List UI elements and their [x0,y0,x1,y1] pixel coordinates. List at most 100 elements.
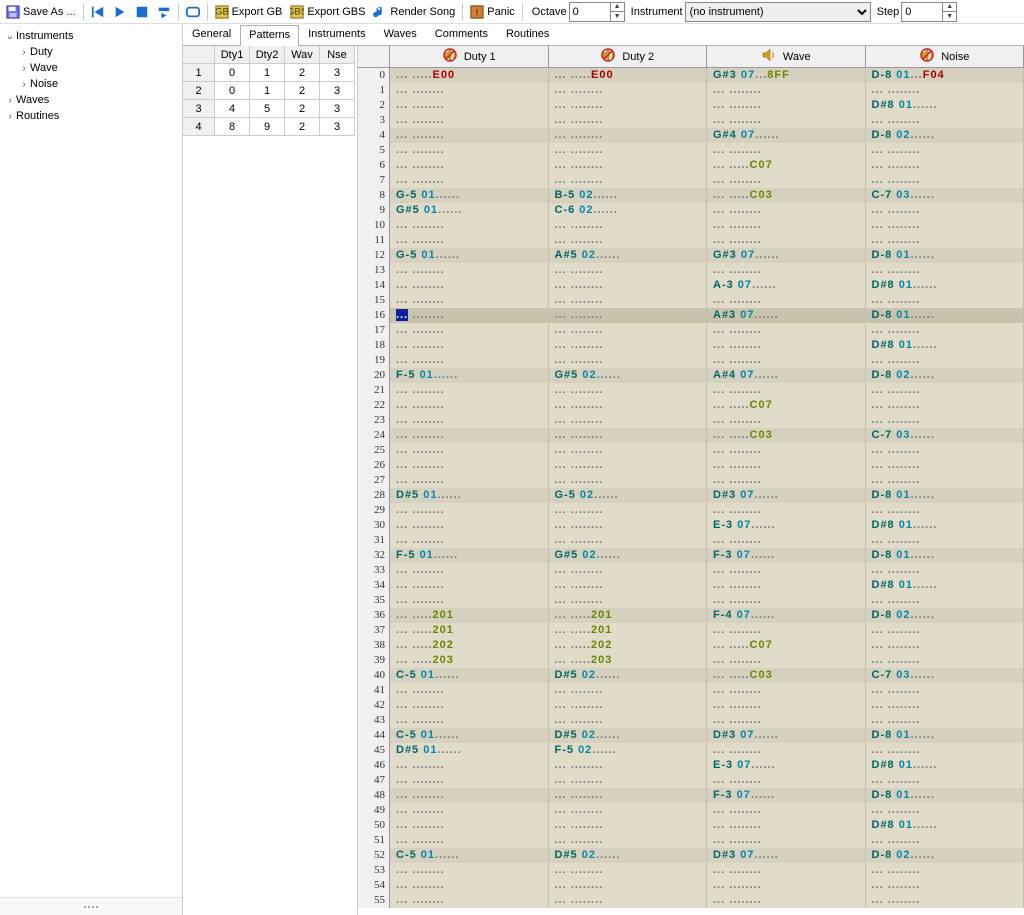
tracker-row[interactable]: 49... ........... ........... ..........… [358,803,1024,818]
up-arrow-icon[interactable]: ▲ [943,3,956,12]
tracker-row[interactable]: 19... ........... ........... ..........… [358,353,1024,368]
speaker-icon[interactable] [919,47,935,66]
speaker-icon[interactable] [442,47,458,66]
tracker-row[interactable]: 26... ........... ........... ..........… [358,458,1024,473]
speaker-icon[interactable] [761,47,777,66]
panic-button[interactable]: ! Panic [466,1,519,23]
tracker-row[interactable]: 54... ........... ........... ..........… [358,878,1024,893]
tracker-row[interactable]: 7... ........... ........... ...........… [358,173,1024,188]
tracker-row[interactable]: 17... ........... ........... ..........… [358,323,1024,338]
tree-item-routines[interactable]: ›Routines [4,108,182,124]
export-gb-button[interactable]: GB Export GB [211,1,287,23]
tracker-row[interactable]: 24... ........... ........... .....C03C-… [358,428,1024,443]
tracker-row[interactable]: 1... ........... ........... ...........… [358,83,1024,98]
pattern-order-table[interactable]: Dty1 Dty2 Wav Nse 10123201233452348923 [183,46,358,915]
tracker-row[interactable]: 2... ........... ........... ........D#8… [358,98,1024,113]
step-input[interactable] [902,3,942,21]
tab-routines[interactable]: Routines [497,24,558,45]
pattern-row[interactable]: 48923 [183,118,357,136]
pattern-row[interactable]: 34523 [183,100,357,118]
tracker-row[interactable]: 3... ........... ........... ...........… [358,113,1024,128]
channel-header-duty-2[interactable]: Duty 2 [549,46,708,67]
play-button[interactable] [109,1,131,23]
render-song-button[interactable]: Render Song [369,1,459,23]
tracker-row[interactable]: 34... ........... ........... ........D#… [358,578,1024,593]
tracker-row[interactable]: 6... ........... ........... .....C07...… [358,158,1024,173]
tracker-row[interactable]: 25... ........... ........... ..........… [358,443,1024,458]
save-as-button[interactable]: Save As ... [2,1,80,23]
play-pattern-button[interactable] [153,1,175,23]
drag-handle[interactable] [0,897,182,915]
instrument-select[interactable]: (no instrument) [685,2,871,22]
tracker-row[interactable]: 31... ........... ........... ..........… [358,533,1024,548]
tracker-row[interactable]: 39... .....203... .....203... ..........… [358,653,1024,668]
tracker-row[interactable]: 51... ........... ........... ..........… [358,833,1024,848]
tracker-row[interactable]: 18... ........... ........... ........D#… [358,338,1024,353]
tab-comments[interactable]: Comments [426,24,497,45]
stop-button[interactable] [131,1,153,23]
tracker-row[interactable]: 33... ........... ........... ..........… [358,563,1024,578]
tracker-row[interactable]: 32F-5 01......G#5 02......F-3 07......D-… [358,548,1024,563]
up-arrow-icon[interactable]: ▲ [611,3,624,12]
tab-waves[interactable]: Waves [375,24,426,45]
tracker-row[interactable]: 55... ........... ........... ..........… [358,893,1024,908]
speaker-icon[interactable] [600,47,616,66]
tracker-row[interactable]: 53... ........... ........... ..........… [358,863,1024,878]
tracker-row[interactable]: 20F-5 01......G#5 02......A#4 07......D-… [358,368,1024,383]
tracker-row[interactable]: 9G#5 01......C-6 02......... ...........… [358,203,1024,218]
tracker-row[interactable]: 30... ........... ........E-3 07......D#… [358,518,1024,533]
tracker-row[interactable]: 12G-5 01......A#5 02......G#3 07......D-… [358,248,1024,263]
tracker-row[interactable]: 23... ........... ........... ..........… [358,413,1024,428]
tracker-row[interactable]: 35... ........... ........... ..........… [358,593,1024,608]
tree-item-instruments[interactable]: ⌄Instruments [4,28,182,44]
tracker-row[interactable]: 5... ........... ........... ...........… [358,143,1024,158]
tracker-row[interactable]: 29... ........... ........... ..........… [358,503,1024,518]
tracker-view[interactable]: Duty 1Duty 2WaveNoise 0... .....E00... .… [358,46,1024,915]
channel-header-wave[interactable]: Wave [707,46,866,67]
tracker-row[interactable]: 44C-5 01......D#5 02......D#3 07......D-… [358,728,1024,743]
tracker-row[interactable]: 13... ........... ........... ..........… [358,263,1024,278]
tracker-row[interactable]: 37... .....201... .....201... ..........… [358,623,1024,638]
pattern-row[interactable]: 20123 [183,82,357,100]
channel-header-duty-1[interactable]: Duty 1 [390,46,549,67]
octave-input[interactable] [570,3,610,21]
rewind-button[interactable] [87,1,109,23]
tracker-row[interactable]: 27... ........... ........... ..........… [358,473,1024,488]
down-arrow-icon[interactable]: ▼ [943,12,956,21]
tracker-row[interactable]: 4... ........... ........G#4 07......D-8… [358,128,1024,143]
tab-patterns[interactable]: Patterns [240,25,299,46]
tracker-row[interactable]: 48... ........... ........F-3 07......D-… [358,788,1024,803]
down-arrow-icon[interactable]: ▼ [611,12,624,21]
tracker-row[interactable]: 28D#5 01......G-5 02......D#3 07......D-… [358,488,1024,503]
octave-spinner[interactable]: ▲▼ [569,2,625,22]
tracker-row[interactable]: 10... ........... ........... ..........… [358,218,1024,233]
tree-item-duty[interactable]: ›Duty [18,44,182,60]
tracker-row[interactable]: 43... ........... ........... ..........… [358,713,1024,728]
tree-item-noise[interactable]: ›Noise [18,76,182,92]
tab-general[interactable]: General [183,24,240,45]
tracker-row[interactable]: 0... .....E00... .....E00G#3 07...8FFD-8… [358,68,1024,83]
export-gbs-button[interactable]: GBS Export GBS [286,1,369,23]
tracker-row[interactable]: 15... ........... ........... ..........… [358,293,1024,308]
tracker-row[interactable]: 21... ........... ........... ..........… [358,383,1024,398]
channel-header-noise[interactable]: Noise [866,46,1024,67]
tracker-row[interactable]: 38... .....202... .....202... .....C07..… [358,638,1024,653]
loop-button[interactable] [182,1,204,23]
tab-instruments[interactable]: Instruments [299,24,374,45]
tracker-row[interactable]: 11... ........... ........... ..........… [358,233,1024,248]
tracker-row[interactable]: 50... ........... ........... ........D#… [358,818,1024,833]
tracker-row[interactable]: 16... ........... ........A#3 07......D-… [358,308,1024,323]
tracker-row[interactable]: 36... .....201... .....201F-4 07......D-… [358,608,1024,623]
step-spinner[interactable]: ▲▼ [901,2,957,22]
pattern-row[interactable]: 10123 [183,64,357,82]
tree-item-waves[interactable]: ›Waves [4,92,182,108]
tracker-row[interactable]: 45D#5 01......F-5 02......... ..........… [358,743,1024,758]
project-tree[interactable]: ⌄Instruments ›Duty ›Wave ›Noise ›Waves ›… [0,24,182,915]
tracker-row[interactable]: 41... ........... ........... ..........… [358,683,1024,698]
tracker-row[interactable]: 42... ........... ........... ..........… [358,698,1024,713]
tracker-row[interactable]: 14... ........... ........A-3 07......D#… [358,278,1024,293]
tracker-row[interactable]: 22... ........... ........... .....C07..… [358,398,1024,413]
tracker-row[interactable]: 40C-5 01......D#5 02......... .....C03C-… [358,668,1024,683]
tracker-row[interactable]: 47... ........... ........... ..........… [358,773,1024,788]
tracker-row[interactable]: 46... ........... ........E-3 07......D#… [358,758,1024,773]
